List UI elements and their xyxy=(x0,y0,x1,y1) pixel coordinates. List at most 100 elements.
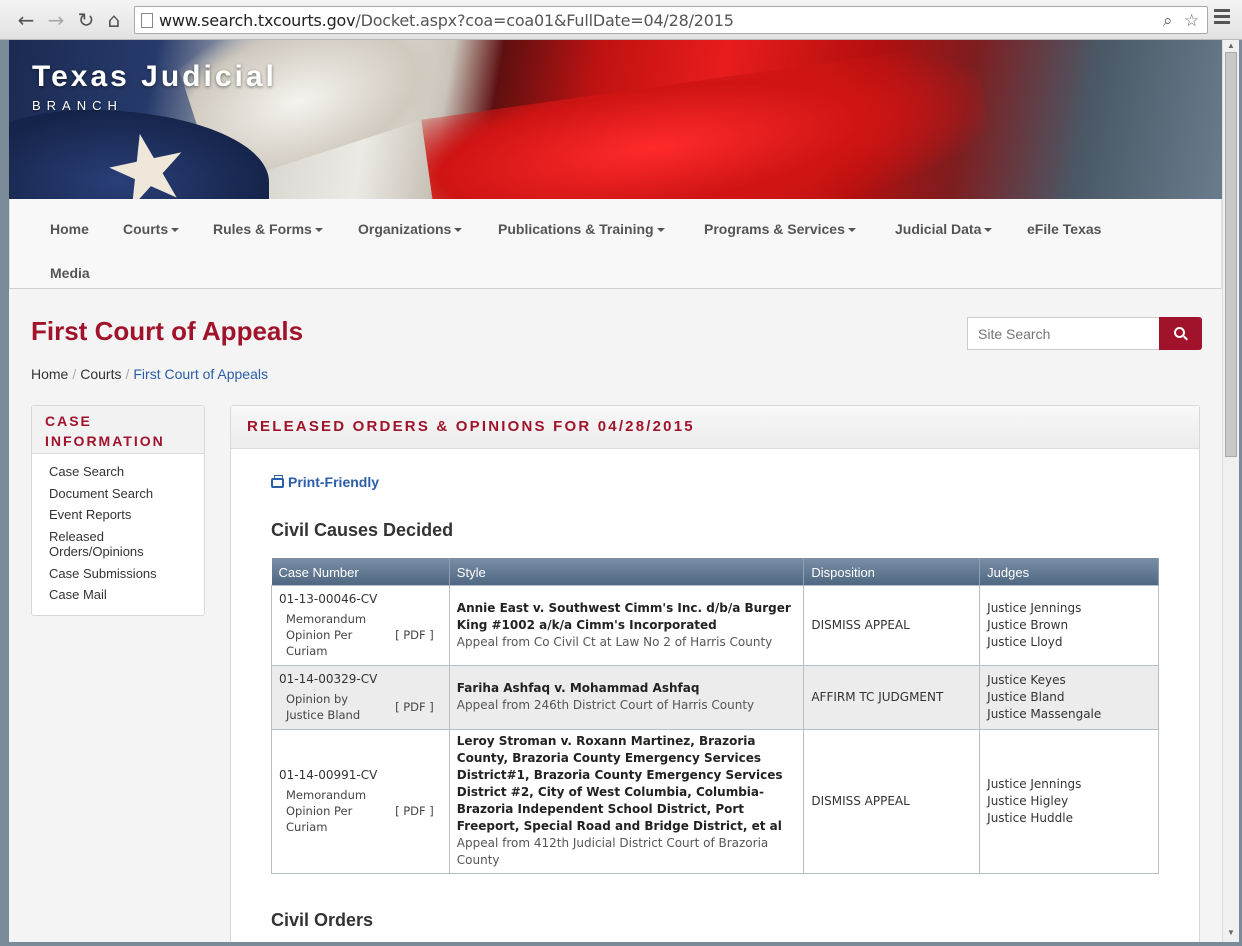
breadcrumb-home[interactable]: Home xyxy=(31,366,68,382)
scrollbar-thumb[interactable] xyxy=(1225,52,1237,457)
nav-label: Rules & Forms xyxy=(213,221,312,237)
flag-star-icon: ★ xyxy=(93,105,202,199)
judge-name: Justice Jennings xyxy=(987,776,1082,791)
site-logo-subtitle: BRANCH xyxy=(32,98,123,113)
site-search-input[interactable] xyxy=(967,317,1160,350)
scroll-up-arrow-icon[interactable]: ▲ xyxy=(1227,41,1235,50)
disposition-cell: DISMISS APPEAL xyxy=(803,728,981,874)
nav-rules-forms[interactable]: Rules & Forms xyxy=(213,221,323,237)
breadcrumb-separator: / xyxy=(125,366,130,382)
sidebar-item-case-submissions[interactable]: Case Submissions xyxy=(49,566,199,581)
table-row: 01-14-00991-CV Memorandum Opinion Per Cu… xyxy=(271,728,1159,874)
style-cell: Annie East v. Southwest Cimm's Inc. d/b/… xyxy=(448,584,805,666)
bookmark-star-icon[interactable]: ☆ xyxy=(1184,11,1199,31)
url-path: /Docket.aspx?coa=coa01&FullDate=04/28/20… xyxy=(355,11,734,30)
disposition-cell: DISMISS APPEAL xyxy=(803,584,981,666)
nav-publications-training[interactable]: Publications & Training xyxy=(498,221,665,237)
caret-down-icon xyxy=(984,228,993,233)
style-cell: Leroy Stroman v. Roxann Martinez, Brazor… xyxy=(448,728,805,874)
case-style-title: Leroy Stroman v. Roxann Martinez, Brazor… xyxy=(456,734,783,833)
page-title: First Court of Appeals xyxy=(31,316,304,346)
breadcrumb-current[interactable]: First Court of Appeals xyxy=(133,366,268,382)
zoom-icon[interactable]: ⌕ xyxy=(1163,11,1173,31)
main-navigation: Home Courts Rules & Forms Organizations … xyxy=(9,199,1222,289)
nav-courts[interactable]: Courts xyxy=(123,221,180,237)
opinion-type: Opinion by Justice Bland xyxy=(286,692,361,722)
nav-label: eFile Texas xyxy=(1027,221,1102,237)
case-information-sidebar: CASE INFORMATION Case Search Document Se… xyxy=(31,405,205,616)
search-icon-handle xyxy=(1183,335,1188,341)
col-header-style: Style xyxy=(449,558,805,585)
opinion-row: Memorandum Opinion Per Curiam [ PDF ] xyxy=(279,611,442,659)
vertical-scrollbar[interactable]: ▲ ▼ xyxy=(1222,40,1239,942)
nav-media[interactable]: Media xyxy=(50,265,90,281)
case-style-title: Annie East v. Southwest Cimm's Inc. d/b/… xyxy=(456,600,791,632)
judge-name: Justice Jennings xyxy=(987,600,1082,615)
url-host: www.search.txcourts.gov xyxy=(159,11,356,30)
style-cell: Fariha Ashfaq v. Mohammad Ashfaq Appeal … xyxy=(448,664,805,730)
nav-judicial-data[interactable]: Judicial Data xyxy=(895,221,993,237)
table-row: 01-13-00046-CV Memorandum Opinion Per Cu… xyxy=(271,584,1159,666)
address-bar[interactable]: www.search.txcourts.gov/Docket.aspx?coa=… xyxy=(134,6,1208,34)
nav-programs-services[interactable]: Programs & Services xyxy=(704,221,856,237)
nav-efile-texas[interactable]: eFile Texas xyxy=(1027,221,1101,237)
breadcrumb-separator: / xyxy=(72,366,77,382)
reload-icon[interactable]: ↻ xyxy=(74,8,98,32)
judges-cell: Justice Jennings Justice Brown Justice L… xyxy=(979,584,1159,666)
caret-down-icon xyxy=(171,228,180,233)
nav-organizations[interactable]: Organizations xyxy=(358,221,463,237)
section-civil-orders: Civil Orders xyxy=(271,910,374,930)
printer-icon xyxy=(271,475,284,488)
nav-label: Judicial Data xyxy=(895,221,982,237)
flag-red-fold xyxy=(421,41,997,199)
civil-causes-table: Case Number Style Disposition Judges 01-… xyxy=(271,558,1159,874)
sidebar-heading-line2: INFORMATION xyxy=(45,433,165,449)
print-friendly-label: Print-Friendly xyxy=(288,474,380,490)
nav-home[interactable]: Home xyxy=(50,221,89,237)
pdf-link[interactable]: [ PDF ] xyxy=(395,803,434,820)
case-number-link[interactable]: 01-13-00046-CV xyxy=(279,591,442,608)
page-viewport: ★ Texas Judicial BRANCH Home Courts Rule… xyxy=(9,40,1222,942)
opinion-type: Memorandum Opinion Per Curiam xyxy=(286,788,367,834)
panel-heading: RELEASED ORDERS & OPINIONS FOR 04/28/201… xyxy=(231,406,1199,449)
print-friendly-link[interactable]: Print-Friendly xyxy=(271,474,379,490)
breadcrumb: Home / Courts / First Court of Appeals xyxy=(31,366,268,382)
col-header-disposition: Disposition xyxy=(803,558,981,585)
scroll-down-arrow-icon[interactable]: ▼ xyxy=(1227,928,1235,937)
back-arrow-icon[interactable]: ← xyxy=(14,8,38,32)
judge-name: Justice Higley xyxy=(987,793,1069,808)
case-number-cell: 01-13-00046-CV Memorandum Opinion Per Cu… xyxy=(271,584,450,666)
home-icon[interactable]: ⌂ xyxy=(102,8,126,32)
search-button[interactable] xyxy=(1159,317,1202,350)
judges-cell: Justice Keyes Justice Bland Justice Mass… xyxy=(979,664,1159,730)
breadcrumb-courts[interactable]: Courts xyxy=(80,366,121,382)
table-row: 01-14-00329-CV Opinion by Justice Bland … xyxy=(271,664,1159,730)
forward-arrow-icon[interactable]: → xyxy=(44,8,68,32)
sidebar-item-event-reports[interactable]: Event Reports xyxy=(49,507,199,522)
case-number-link[interactable]: 01-14-00991-CV xyxy=(279,767,442,784)
hamburger-menu-icon[interactable] xyxy=(1214,9,1230,25)
sidebar-item-case-search[interactable]: Case Search xyxy=(49,464,199,479)
case-appeal-from: Appeal from 412th Judicial District Cour… xyxy=(456,836,769,867)
nav-label: Organizations xyxy=(358,221,452,237)
page-icon xyxy=(141,13,153,28)
case-number-link[interactable]: 01-14-00329-CV xyxy=(279,671,442,688)
pdf-link[interactable]: [ PDF ] xyxy=(395,627,434,644)
case-style-title: Fariha Ashfaq v. Mohammad Ashfaq xyxy=(456,681,700,695)
sidebar-item-case-mail[interactable]: Case Mail xyxy=(49,587,199,602)
judge-name: Justice Lloyd xyxy=(987,634,1063,649)
nav-label: Home xyxy=(50,221,89,237)
disposition-cell: AFFIRM TC JUDGMENT xyxy=(803,664,981,730)
site-logo-title[interactable]: Texas Judicial xyxy=(32,60,277,94)
sidebar-item-document-search[interactable]: Document Search xyxy=(49,486,199,501)
pdf-link[interactable]: [ PDF ] xyxy=(395,699,434,716)
released-opinions-panel: RELEASED ORDERS & OPINIONS FOR 04/28/201… xyxy=(230,405,1200,942)
sidebar-item-released-orders[interactable]: Released Orders/Opinions xyxy=(49,529,159,559)
judges-cell: Justice Jennings Justice Higley Justice … xyxy=(979,728,1159,874)
judge-name: Justice Brown xyxy=(987,617,1069,632)
case-appeal-from: Appeal from Co Civil Ct at Law No 2 of H… xyxy=(456,634,773,649)
judge-name: Justice Keyes xyxy=(987,672,1066,687)
nav-label: Publications & Training xyxy=(498,221,654,237)
col-header-case-number: Case Number xyxy=(271,558,450,585)
opinion-row: Memorandum Opinion Per Curiam [ PDF ] xyxy=(279,787,442,835)
